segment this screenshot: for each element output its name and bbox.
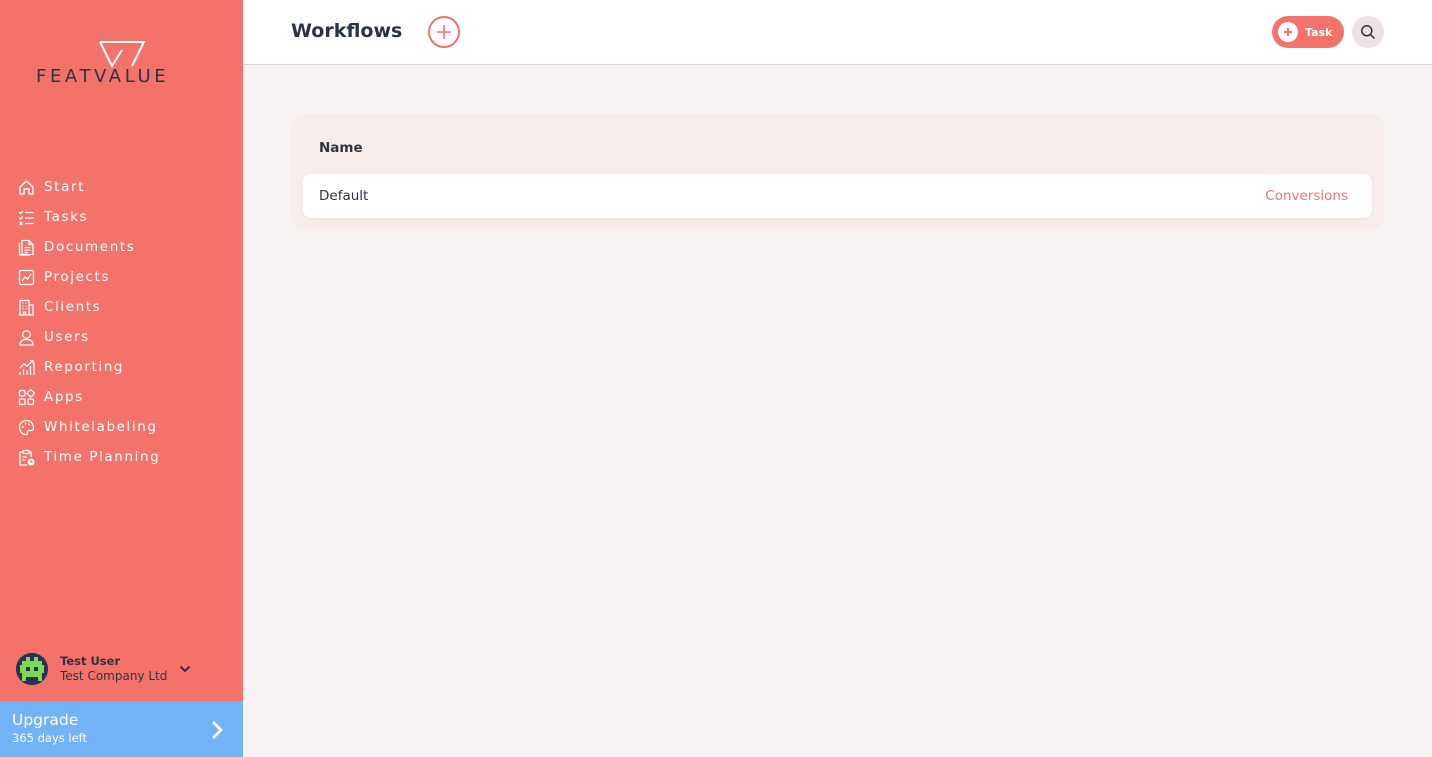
- table-row[interactable]: Default Conversions: [303, 174, 1372, 218]
- sidebar-item-apps[interactable]: Apps: [0, 382, 243, 412]
- sidebar-nav: Start Tasks Documents Projects Clients U…: [0, 172, 243, 472]
- sidebar-item-tasks[interactable]: Tasks: [0, 202, 243, 232]
- avatar: [16, 653, 48, 685]
- plus-icon: [437, 25, 451, 39]
- sidebar-item-whitelabeling[interactable]: Whitelabeling: [0, 412, 243, 442]
- time-planning-icon: [17, 448, 35, 466]
- workflow-name: Default: [319, 188, 369, 204]
- upgrade-banner[interactable]: Upgrade 365 days left: [0, 701, 243, 757]
- tasks-icon: [17, 208, 35, 226]
- top-header: Workflows Task: [243, 0, 1432, 65]
- search-button[interactable]: [1352, 16, 1384, 48]
- sidebar-item-label: Time Planning: [44, 449, 161, 465]
- brand-name: FEATVALUE: [36, 66, 170, 87]
- chevron-right-icon: [212, 721, 223, 739]
- sidebar-item-documents[interactable]: Documents: [0, 232, 243, 262]
- sidebar-item-users[interactable]: Users: [0, 322, 243, 352]
- sidebar-item-clients[interactable]: Clients: [0, 292, 243, 322]
- add-workflow-button[interactable]: [428, 16, 460, 48]
- user-company: Test Company Ltd: [60, 669, 168, 683]
- page-title: Workflows: [291, 20, 403, 42]
- upgrade-days-left: 365 days left: [12, 731, 88, 745]
- sidebar-item-label: Start: [44, 179, 85, 195]
- logo-mark-icon: [99, 41, 146, 68]
- sidebar-item-label: Projects: [44, 269, 111, 285]
- palette-icon: [17, 418, 35, 436]
- reporting-icon: [17, 358, 35, 376]
- sidebar-item-label: Apps: [44, 389, 84, 405]
- projects-icon: [17, 268, 35, 286]
- sidebar-item-label: Reporting: [44, 359, 125, 375]
- sidebar-item-time-planning[interactable]: Time Planning: [0, 442, 243, 472]
- column-header-name: Name: [319, 140, 363, 156]
- clients-icon: [17, 298, 35, 316]
- sidebar-item-label: Documents: [44, 239, 136, 255]
- user-menu[interactable]: Test User Test Company Ltd: [16, 651, 226, 687]
- sidebar-item-label: Tasks: [44, 209, 89, 225]
- user-icon: [17, 328, 35, 346]
- sidebar-item-reporting[interactable]: Reporting: [0, 352, 243, 382]
- search-icon: [1361, 25, 1376, 40]
- sidebar-item-projects[interactable]: Projects: [0, 262, 243, 292]
- upgrade-title: Upgrade: [12, 711, 79, 729]
- sidebar-item-label: Clients: [44, 299, 102, 315]
- sidebar-item-start[interactable]: Start: [0, 172, 243, 202]
- plus-circle-icon: [1278, 22, 1298, 42]
- sidebar: FEATVALUE Start Tasks Documents Projects: [0, 0, 243, 757]
- documents-icon: [17, 238, 35, 256]
- task-button-label: Task: [1305, 25, 1333, 39]
- chevron-down-icon[interactable]: [178, 662, 192, 676]
- workflows-table: Name Default Conversions: [291, 114, 1384, 231]
- user-info: Test User Test Company Ltd: [60, 654, 178, 684]
- brand-logo[interactable]: FEATVALUE: [36, 40, 208, 90]
- sidebar-item-label: Users: [44, 329, 90, 345]
- sidebar-item-label: Whitelabeling: [44, 419, 158, 435]
- add-task-button[interactable]: Task: [1272, 16, 1344, 48]
- avatar-pixel-icon: [16, 653, 48, 685]
- home-icon: [17, 178, 35, 196]
- apps-icon: [17, 388, 35, 406]
- user-name: Test User: [60, 654, 121, 668]
- conversions-link[interactable]: Conversions: [1265, 188, 1348, 204]
